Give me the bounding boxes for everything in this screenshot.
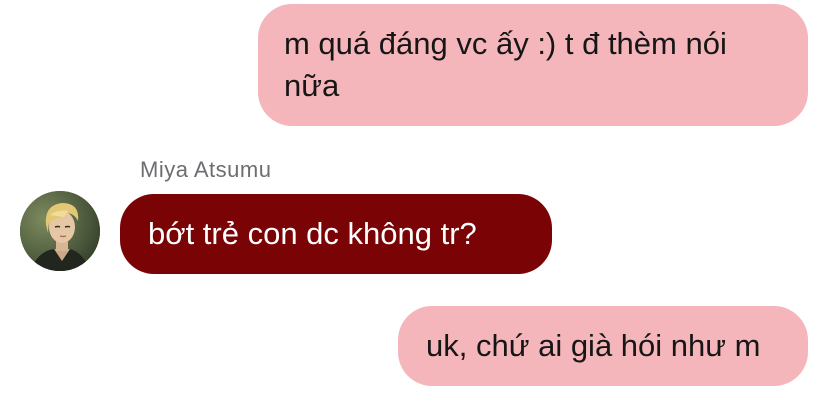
outgoing-message-bubble[interactable]: uk, chứ ai già hói như m	[398, 306, 808, 386]
incoming-message-bubble[interactable]: bớt trẻ con dc không tr?	[120, 194, 552, 274]
outgoing-message-bubble[interactable]: m quá đáng vc ấy :) t đ thèm nói nữa	[258, 4, 808, 126]
avatar-portrait	[20, 191, 100, 271]
sender-name: Miya Atsumu	[140, 157, 272, 182]
user-avatar-icon[interactable]	[20, 191, 100, 271]
